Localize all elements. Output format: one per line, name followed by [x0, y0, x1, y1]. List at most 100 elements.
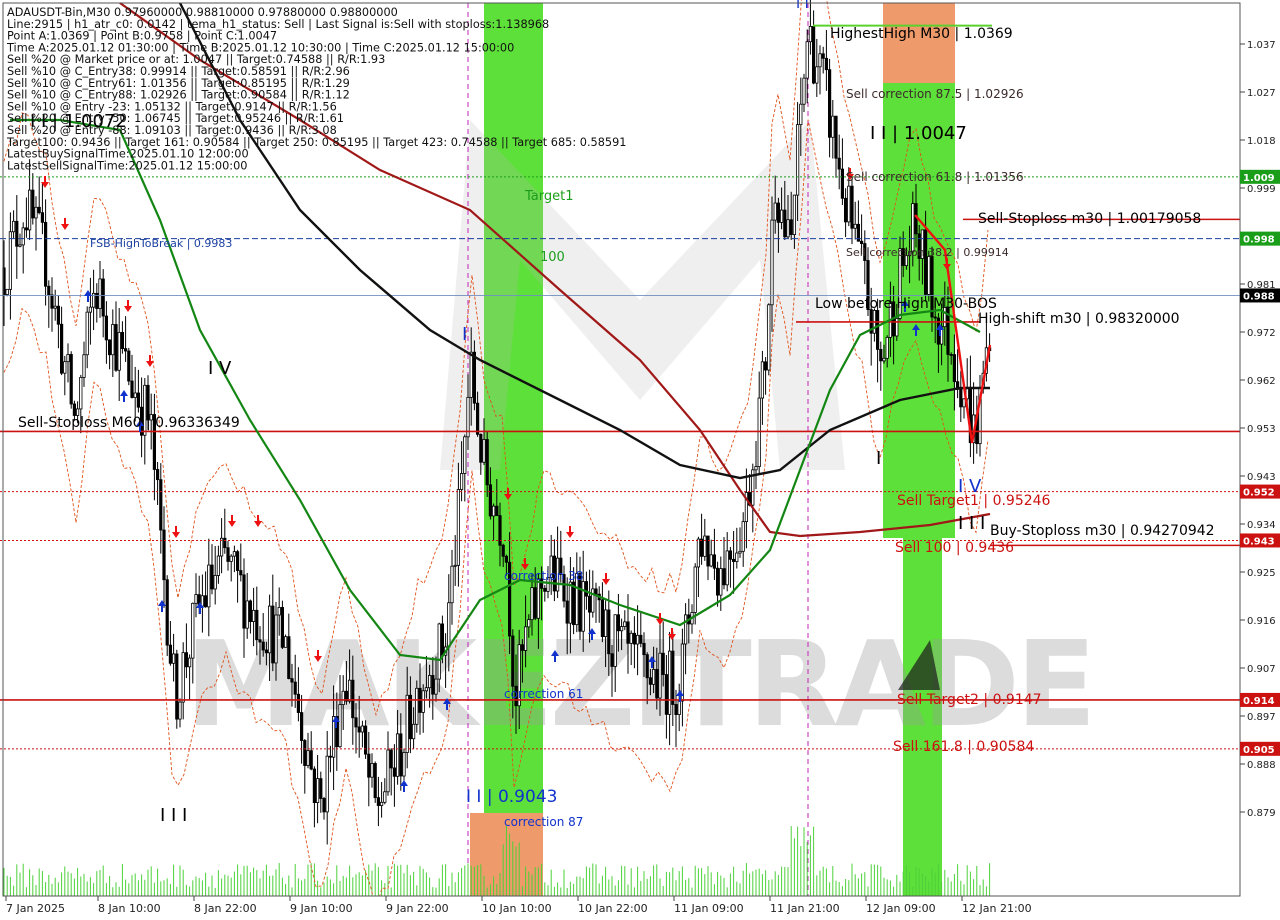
candle-bull-body [5, 288, 9, 295]
candle [840, 138, 845, 205]
price-chart[interactable]: MAKEZITRADE HighestHigh M30 | 1.0369Sell… [0, 0, 1280, 920]
sell-100-label: Sell 100 | 0.9436 [895, 540, 1014, 556]
sell-stoploss-m30-label: Sell-Stoploss m30 | 1.00179058 [978, 211, 1201, 227]
y-tick-label: 0.953 [1247, 424, 1276, 435]
candle-bear-body [408, 694, 413, 740]
candle [744, 468, 749, 549]
top-marker-label: I I [796, 0, 809, 12]
candle-bear-body [226, 547, 230, 562]
candle-bull-body [536, 578, 541, 619]
candle-bull-body [11, 220, 16, 233]
candle-bull-body [895, 318, 899, 337]
candle-bear-body [722, 568, 726, 586]
y-tick-label: 0.907 [1247, 664, 1276, 675]
y-tick-label: 1.018 [1247, 136, 1276, 147]
candle-bear-body [642, 642, 646, 656]
candle-bear-body [952, 354, 957, 383]
candle-bear-body [312, 768, 317, 803]
candle [802, 73, 806, 112]
point-c-label: I I | 1.0047 [870, 123, 967, 144]
candle-bull-body [927, 256, 931, 295]
candle [709, 539, 713, 568]
candle-bull-body [757, 397, 761, 467]
candle-bull-body [741, 521, 745, 552]
candle-bear-body [101, 278, 105, 317]
candle-bear-body [56, 305, 61, 325]
candle [850, 178, 854, 245]
candle-bear-body [184, 652, 188, 668]
x-tick-label: 11 Jan 09:00 [674, 902, 744, 915]
candle [108, 339, 112, 370]
candle-bull-body [79, 377, 83, 410]
buy-signal-arrow [120, 390, 128, 402]
sell-signal-arrow [61, 218, 69, 230]
candle [872, 308, 877, 342]
candle-bull-body [8, 231, 12, 290]
candle-bull-body [786, 219, 790, 238]
sell-target2-label: Sell Target2 | 0.9147 [897, 692, 1042, 708]
candle [556, 526, 560, 599]
candle-bear-body [511, 635, 515, 687]
price-badge-label: 0.943 [1243, 536, 1275, 547]
candle [303, 739, 307, 794]
candle-bear-body [15, 220, 19, 247]
price-badge-label: 0.988 [1243, 291, 1275, 302]
candle-bear-body [44, 221, 48, 287]
candle-bear-body [732, 558, 736, 562]
candle [53, 289, 57, 321]
candle [856, 200, 861, 242]
candle-bull-body [604, 609, 608, 637]
candle-bear-body [124, 348, 128, 352]
candle-bear-body [255, 609, 259, 641]
candle-bull-body [735, 552, 739, 562]
candle [879, 341, 883, 391]
candle-bull-body [178, 701, 182, 720]
candle-bull-body [591, 588, 595, 613]
candle [703, 518, 707, 561]
y-tick-label: 0.999 [1247, 184, 1276, 195]
candle-bear-body [108, 339, 112, 356]
x-tick-label: 12 Jan 21:00 [962, 902, 1032, 915]
candle [216, 545, 220, 584]
y-tick-label: 0.925 [1247, 568, 1276, 579]
candle-bull-body [187, 657, 192, 668]
price-badge-label: 0.952 [1243, 488, 1275, 499]
candle-bull-body [386, 749, 390, 793]
candle-bull-body [652, 669, 656, 685]
candle-bull-body [725, 550, 729, 586]
candle-bull-body [207, 564, 211, 608]
candle [322, 796, 326, 820]
y-tick-label: 0.897 [1247, 712, 1276, 723]
candle-bull-body [306, 750, 310, 766]
candle [82, 341, 86, 387]
sell-correction-382-label: Sell correction 38.2 | 0.99914 [846, 246, 1009, 259]
candle [312, 766, 317, 828]
candle-bear-body [661, 652, 665, 675]
candle-bear-body [789, 219, 793, 235]
candle-bear-body [639, 634, 643, 644]
candle [203, 571, 208, 608]
candle-bull-body [325, 755, 329, 813]
candle [812, 10, 816, 85]
candle [853, 201, 857, 240]
candle-bull-body [818, 53, 822, 68]
candle-bull-body [395, 733, 400, 777]
candle-bear-body [495, 505, 499, 517]
candle-bear-body [674, 704, 678, 715]
candle-bear-body [367, 753, 371, 778]
candle [831, 99, 835, 159]
candle-bear-body [296, 693, 301, 713]
candle-bull-body [703, 535, 707, 557]
candle [152, 393, 156, 501]
candle-bull-body [98, 278, 102, 309]
candle [120, 321, 124, 354]
buy-stoploss-label: Buy-Stoploss m30 | 0.94270942 [990, 523, 1215, 539]
candle-bull-body [434, 678, 438, 695]
candle [383, 778, 387, 805]
candle-bull-body [847, 185, 851, 223]
chart-root: MAKEZITRADE HighestHigh M30 | 1.0369 Sell… [0, 0, 1280, 920]
candle [56, 295, 61, 349]
candle [235, 549, 240, 603]
candle [725, 532, 729, 592]
iv-right-label: I V [958, 476, 982, 497]
